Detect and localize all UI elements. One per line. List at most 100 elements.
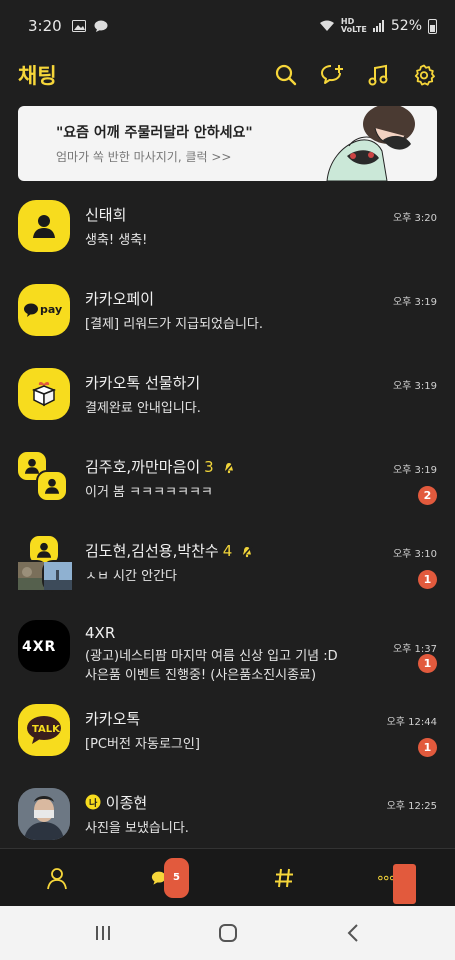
chat-preview: ㅅㅂ 시간 안간다: [85, 569, 177, 584]
settings-button[interactable]: [411, 62, 437, 88]
me-badge-icon: 나: [85, 794, 101, 810]
music-icon: [368, 64, 388, 86]
search-icon: [275, 64, 297, 86]
avatar: pay: [18, 284, 70, 336]
chat-tab-badge: 5: [164, 857, 189, 898]
chat-name: 나 이종현: [85, 792, 147, 813]
unread-badge: 2: [418, 486, 437, 505]
chat-preview-line2: 사은품 이벤트 진행중! (사은품소진시종료): [85, 668, 317, 683]
sky-photo: [44, 562, 72, 590]
gift-box-icon: [31, 382, 57, 407]
default-profile-icon: [36, 542, 52, 558]
group-avatar: [16, 450, 74, 508]
chat-list: 신태희 생축! 생축! 오후 3:20 pay 카카오페이 [결제] 리워드가 …: [0, 188, 455, 860]
kakaotalk-logo-icon: TALK: [27, 716, 61, 744]
svg-text:pay: pay: [40, 303, 62, 316]
4xr-logo-icon: 4XR: [22, 639, 56, 655]
hd-voice-icon: HD VoLTE: [340, 17, 367, 34]
ad-banner[interactable]: "요즘 어깨 주물러달라 안하세요" 엄마가 쏙 반한 마사지기, 클럭 >>: [18, 106, 437, 181]
chat-time: 오후 3:20: [392, 213, 437, 224]
chat-time: 오후 12:25: [386, 801, 437, 812]
battery-percent: 52%: [390, 18, 422, 34]
new-chat-button[interactable]: [319, 62, 345, 88]
page-title: 채팅: [18, 64, 57, 88]
chat-row[interactable]: 4XR 4XR (광고)네스티팜 마지막 여름 신상 입고 기념 :D 사은품 …: [0, 608, 455, 692]
chat-time: 오후 3:19: [392, 465, 437, 476]
chat-name: 신태희: [85, 206, 127, 224]
kakaopay-logo-icon: pay: [24, 303, 62, 317]
chat-preview: 이거 봄 ㅋㅋㅋㅋㅋㅋㅋ: [85, 485, 213, 500]
chat-time: 오후 1:37: [392, 644, 437, 655]
member-count: 3: [204, 458, 214, 476]
chat-time: 오후 12:44: [386, 717, 437, 728]
chat-name: 카카오페이: [85, 290, 155, 308]
chat-preview: [결제] 리워드가 지급되었습니다.: [85, 317, 264, 332]
svg-text:TALK: TALK: [32, 724, 61, 735]
unread-badge: 1: [418, 654, 437, 673]
chat-preview: 생축! 생축!: [85, 233, 148, 248]
person-icon: [46, 867, 67, 889]
avatar: [18, 368, 70, 420]
chat-name-text: 김주호,까만마음이: [85, 458, 201, 476]
home-button[interactable]: [208, 913, 248, 953]
svg-text:4XR: 4XR: [22, 639, 56, 655]
search-button[interactable]: [273, 62, 299, 88]
group-avatar: [16, 534, 74, 592]
settings-icon: [414, 64, 435, 86]
status-bar: 3:20 HD VoLTE 52%: [0, 0, 455, 52]
chat-name: 4XR: [85, 624, 116, 642]
tab-chats[interactable]: 5: [151, 857, 191, 898]
avatar: TALK: [18, 704, 70, 756]
mute-bell-icon: [241, 545, 253, 558]
back-button[interactable]: [333, 913, 373, 953]
wifi-icon: [319, 20, 334, 31]
avatar: [36, 470, 68, 502]
chat-row[interactable]: 김주호,까만마음이 3 이거 봄 ㅋㅋㅋㅋㅋㅋㅋ 오후 3:19 2: [0, 440, 455, 524]
svg-text:나: 나: [89, 797, 98, 809]
banner-subtext: 엄마가 쏙 반한 마사지기, 클럭 >>: [56, 150, 232, 164]
chat-name-text: 김도현,김선용,박찬수: [85, 542, 219, 560]
avatar: 4XR: [18, 620, 70, 672]
banner-headline: "요즘 어깨 주물러달라 안하세요": [56, 125, 253, 141]
signal-icon: [372, 20, 384, 32]
member-count: 4: [222, 542, 233, 560]
unread-badge: 1: [418, 570, 437, 589]
hashtag-icon: [275, 868, 294, 887]
chat-row[interactable]: 김도현,김선용,박찬수 4 ㅅㅂ 시간 안간다 오후 3:10 1: [0, 524, 455, 608]
chat-name: 카카오톡 선물하기: [85, 374, 201, 392]
tab-more[interactable]: [378, 858, 418, 904]
talk-notification-icon: [94, 20, 108, 32]
chat-row[interactable]: pay 카카오페이 [결제] 리워드가 지급되었습니다. 오후 3:19: [0, 272, 455, 356]
music-button[interactable]: [365, 62, 391, 88]
chat-preview: 결제완료 안내입니다.: [85, 401, 201, 416]
system-nav-bar: [0, 906, 455, 960]
new-chat-icon: [321, 65, 343, 84]
avatar: [18, 200, 70, 252]
app-header: 채팅: [0, 52, 455, 98]
chat-time: 오후 3:19: [392, 297, 437, 308]
new-indicator-dot: [392, 863, 417, 904]
chat-row[interactable]: TALK 카카오톡 [PC버전 자동로그인] 오후 12:44 1: [0, 692, 455, 776]
chat-preview-line1: (광고)네스티팜 마지막 여름 신상 입고 기념 :D: [85, 649, 338, 664]
bottom-tab-bar: 5: [0, 848, 455, 906]
mute-bell-icon: [223, 461, 234, 474]
unread-badge: 1: [418, 738, 437, 757]
battery-icon: [428, 18, 437, 34]
status-time: 3:20: [28, 17, 62, 35]
chat-name: 김주호,까만마음이 3: [85, 456, 235, 477]
chat-name-text: 이종현: [105, 794, 148, 812]
chat-row[interactable]: 신태희 생축! 생축! 오후 3:20: [0, 188, 455, 272]
home-icon: [218, 924, 237, 942]
chat-preview: 사진을 보냈습니다.: [85, 821, 189, 836]
tab-view[interactable]: [264, 858, 304, 898]
tab-friends[interactable]: [37, 858, 77, 898]
chat-row[interactable]: 카카오톡 선물하기 결제완료 안내입니다. 오후 3:19: [0, 356, 455, 440]
avatar-photo: [18, 788, 70, 840]
recent-apps-button[interactable]: [83, 913, 123, 953]
default-profile-icon: [33, 215, 55, 238]
banner-illustration: [326, 106, 415, 181]
profile-photo: [18, 788, 70, 840]
chat-preview: (광고)네스티팜 마지막 여름 신상 입고 기념 :D 사은품 이벤트 진행중!…: [85, 647, 338, 685]
back-icon: [347, 924, 358, 942]
chat-time: 오후 3:19: [392, 381, 437, 392]
